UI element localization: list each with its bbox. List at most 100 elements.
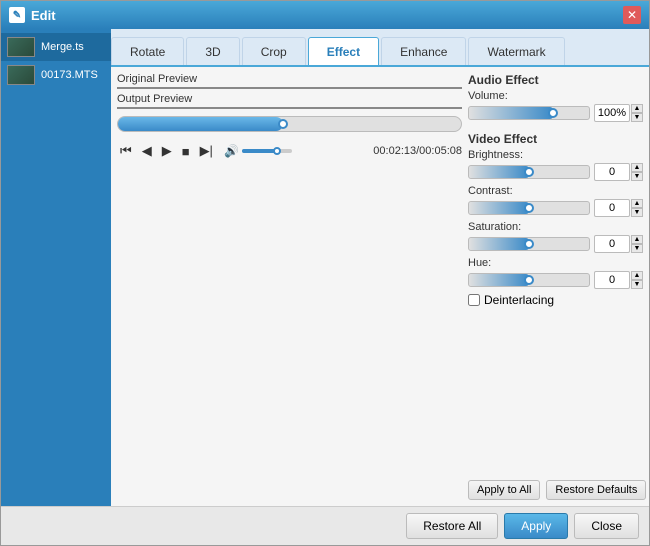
skip-start-button[interactable]: ⏮: [117, 142, 135, 160]
saturation-thumb[interactable]: [524, 239, 534, 249]
volume-h-slider[interactable]: [468, 106, 590, 120]
volume-icon: 🔊: [224, 144, 239, 158]
sidebar-item-merge[interactable]: Merge.ts: [1, 33, 111, 61]
timeline-thumb[interactable]: [278, 119, 288, 129]
deinterlacing-label: Deinterlacing: [484, 293, 554, 307]
tabs: Rotate 3D Crop Effect Enhance Watermark: [111, 29, 649, 67]
close-window-button[interactable]: ✕: [623, 6, 641, 24]
video-effect-section: Video Effect Brightness: ▲: [468, 132, 643, 307]
hue-value-box: ▲ ▼: [594, 271, 643, 289]
volume-spin-up[interactable]: ▲: [631, 104, 643, 113]
volume-spin-down[interactable]: ▼: [631, 113, 643, 122]
original-preview-video: ✛: [117, 87, 462, 89]
close-button[interactable]: Close: [574, 513, 639, 539]
saturation-label: Saturation:: [468, 221, 643, 233]
hue-value-input[interactable]: [594, 271, 630, 289]
volume-thumb[interactable]: [273, 147, 281, 155]
restore-defaults-button[interactable]: Restore Defaults: [546, 480, 646, 500]
hue-thumb[interactable]: [524, 275, 534, 285]
contrast-slider-row: ▲ ▼: [468, 199, 643, 217]
time-display: 00:02:13/00:05:08: [373, 145, 462, 157]
contrast-spin-up[interactable]: ▲: [631, 199, 643, 208]
volume-value-input[interactable]: [594, 104, 630, 122]
brightness-thumb[interactable]: [524, 167, 534, 177]
tab-3d[interactable]: 3D: [186, 37, 239, 65]
volume-slider-row: ▲ ▼: [468, 104, 643, 122]
contrast-value-input[interactable]: [594, 199, 630, 217]
saturation-slider[interactable]: [468, 237, 590, 251]
contrast-fill: [469, 202, 529, 214]
audio-effect-section: Audio Effect Volume: ▲ ▼: [468, 73, 643, 126]
brightness-slider[interactable]: [468, 165, 590, 179]
volume-label: Volume:: [468, 90, 643, 102]
tab-rotate[interactable]: Rotate: [111, 37, 184, 65]
prev-frame-button[interactable]: ◀: [139, 142, 155, 160]
sidebar-thumb-file: [7, 65, 35, 85]
contrast-slider[interactable]: [468, 201, 590, 215]
apply-to-all-button[interactable]: Apply to All: [468, 480, 540, 500]
contrast-thumb[interactable]: [524, 203, 534, 213]
title-bar: ✎ Edit ✕: [1, 1, 649, 29]
brightness-value-input[interactable]: [594, 163, 630, 181]
apply-button[interactable]: Apply: [504, 513, 568, 539]
hue-slider-row: ▲ ▼: [468, 271, 643, 289]
brightness-label: Brightness:: [468, 149, 643, 161]
saturation-spin-down[interactable]: ▼: [631, 244, 643, 253]
hue-spin: ▲ ▼: [631, 271, 643, 289]
restore-all-button[interactable]: Restore All: [406, 513, 498, 539]
volume-value-box: ▲ ▼: [594, 104, 643, 122]
next-frame-button[interactable]: ▶|: [197, 142, 216, 160]
right-panel: Audio Effect Volume: ▲ ▼: [468, 73, 643, 500]
sidebar-label-merge: Merge.ts: [41, 41, 84, 53]
tab-enhance[interactable]: Enhance: [381, 37, 466, 65]
timeline-slider[interactable]: [117, 116, 462, 132]
tab-effect[interactable]: Effect: [308, 37, 379, 65]
sidebar-item-file[interactable]: 00173.MTS: [1, 61, 111, 89]
brightness-value-box: ▲ ▼: [594, 163, 643, 181]
app-icon: ✎: [9, 7, 25, 23]
brightness-fill: [469, 166, 529, 178]
edit-window: ✎ Edit ✕ Merge.ts 00173.MTS: [0, 0, 650, 546]
video-effect-title: Video Effect: [468, 132, 643, 146]
hue-spin-up[interactable]: ▲: [631, 271, 643, 280]
body-area: Original Preview: [111, 67, 649, 506]
volume-h-fill: [469, 107, 553, 119]
saturation-fill: [469, 238, 529, 250]
timeline-fill: [118, 117, 283, 131]
tab-crop[interactable]: Crop: [242, 37, 306, 65]
bottom-bar: Restore All Apply Close: [1, 506, 649, 545]
original-preview-label: Original Preview: [117, 73, 462, 85]
crop-center-icon: ✛: [283, 88, 296, 89]
volume-control: 🔊: [224, 144, 292, 158]
tab-watermark[interactable]: Watermark: [468, 37, 564, 65]
sidebar: Merge.ts 00173.MTS: [1, 29, 111, 506]
hue-slider[interactable]: [468, 273, 590, 287]
deinterlacing-row: Deinterlacing: [468, 293, 643, 307]
audio-effect-title: Audio Effect: [468, 73, 643, 87]
saturation-spin: ▲ ▼: [631, 235, 643, 253]
brightness-spin-down[interactable]: ▼: [631, 172, 643, 181]
brightness-spin-up[interactable]: ▲: [631, 163, 643, 172]
sidebar-thumb-merge: [7, 37, 35, 57]
saturation-value-input[interactable]: [594, 235, 630, 253]
contrast-label: Contrast:: [468, 185, 643, 197]
saturation-value-box: ▲ ▼: [594, 235, 643, 253]
contrast-spin-down[interactable]: ▼: [631, 208, 643, 217]
window-title: Edit: [31, 8, 623, 23]
volume-fill: [242, 149, 277, 153]
deinterlacing-checkbox[interactable]: [468, 294, 480, 306]
volume-slider[interactable]: [242, 149, 292, 153]
hue-spin-down[interactable]: ▼: [631, 280, 643, 289]
saturation-spin-up[interactable]: ▲: [631, 235, 643, 244]
play-button[interactable]: ▶: [159, 142, 175, 160]
brightness-spin: ▲ ▼: [631, 163, 643, 181]
content-area: Rotate 3D Crop Effect Enhance Watermark …: [111, 29, 649, 506]
transport-controls: ⏮ ◀ ▶ ■ ▶| 🔊 00:02:13/00:05:08: [117, 139, 462, 163]
stop-button[interactable]: ■: [179, 143, 193, 160]
output-preview-label: Output Preview: [117, 93, 462, 105]
brightness-slider-row: ▲ ▼: [468, 163, 643, 181]
volume-spin: ▲ ▼: [631, 104, 643, 122]
hue-label: Hue:: [468, 257, 643, 269]
volume-h-thumb[interactable]: [548, 108, 558, 118]
original-preview-section: Original Preview: [117, 73, 462, 89]
